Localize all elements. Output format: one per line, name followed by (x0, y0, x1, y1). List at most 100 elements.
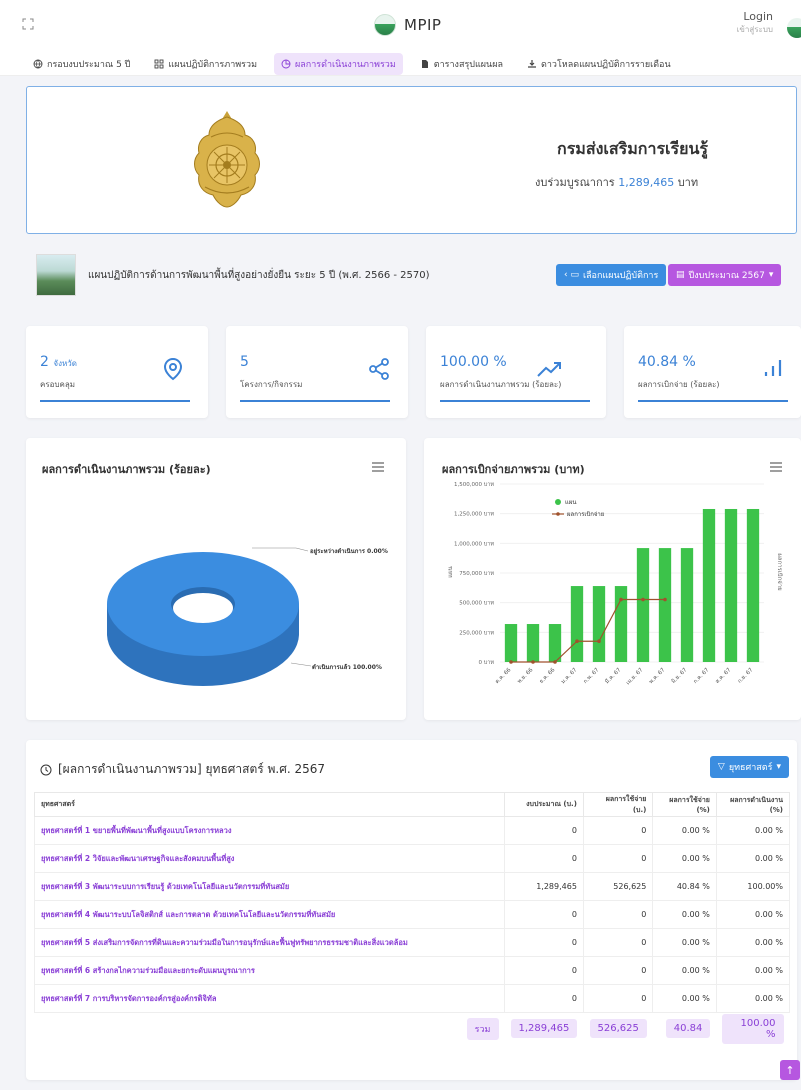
top-bar: MPIP Login เข้าสู่ระบบ (0, 0, 801, 52)
nav-label: ผลการดำเนินงานภาพรวม (295, 59, 396, 70)
nav-item-budget-5y[interactable]: กรอบงบประมาณ 5 ปี (26, 53, 137, 75)
x-tick-label: เม.ย. 67 (625, 667, 644, 686)
strategy-link[interactable]: ยุทธศาสตร์ที่ 3 พัฒนาระบบการเรียนรู้ ด้ว… (34, 872, 505, 901)
strategy-link[interactable]: ยุทธศาสตร์ที่ 6 สร้างกลไกความร่วมมือและย… (34, 956, 505, 985)
chevron-down-icon: ▾ (768, 270, 774, 280)
app-title: MPIP (404, 16, 442, 34)
x-tick-label: ม.ค. 67 (560, 667, 578, 685)
budget-unit: บาท (677, 176, 699, 189)
nav-label: กรอบงบประมาณ 5 ปี (47, 59, 131, 70)
fullscreen-icon[interactable] (22, 18, 34, 30)
line-point[interactable] (597, 639, 601, 644)
strategy-link[interactable]: ยุทธศาสตร์ที่ 7 การบริหารจัดการองค์กรสู่… (34, 984, 505, 1013)
stat-card-disbursement: 40.84 % ผลการเบิกจ่าย (ร้อยละ) (624, 326, 801, 418)
stat-value: 40.84 % (638, 354, 696, 370)
table-row[interactable]: ยุทธศาสตร์ที่ 6 สร้างกลไกความร่วมมือและย… (34, 956, 791, 985)
legend-label-disbursement: ผลการเบิกจ่าย (567, 511, 604, 518)
y-tick-label: 1,250,000 บาท (454, 512, 494, 518)
table-cell: 0 (504, 816, 584, 845)
clock-icon (40, 764, 52, 775)
y-tick-label: 0 บาท (479, 660, 495, 666)
line-point[interactable] (531, 660, 535, 664)
line-point[interactable] (575, 639, 579, 644)
bar[interactable] (548, 624, 562, 662)
y-tick-label: 1,500,000 บาท (454, 482, 494, 488)
strategy-filter-dropdown[interactable]: ▽ ยุทธศาสตร์ ▾ (709, 756, 789, 778)
strategy-link[interactable]: ยุทธศาสตร์ที่ 2 วิจัยและพัฒนาเศรษฐกิจและ… (34, 844, 505, 873)
y-tick-label: 750,000 บาท (459, 571, 494, 577)
table-row[interactable]: ยุทธศาสตร์ที่ 4 พัฒนาระบบโลจิสติกส์ และก… (34, 900, 791, 929)
bar[interactable] (724, 508, 738, 662)
strategy-link[interactable]: ยุทธศาสตร์ที่ 4 พัฒนาระบบโลจิสติกส์ และก… (34, 900, 505, 929)
bar[interactable] (504, 624, 518, 662)
organization-name: กรมส่งเสริมการเรียนรู้ (557, 139, 709, 158)
panel-title: ผลการดำเนินงานภาพรวม (ร้อยละ) (42, 463, 211, 476)
pie-leader-line (252, 547, 309, 552)
pie-leader-line (290, 662, 312, 667)
plan-header: แผนปฏิบัติการด้านการพัฒนาพื้นที่สูงอย่าง… (36, 252, 796, 296)
stat-label: โครงการ/กิจกรรม (240, 380, 303, 389)
line-point[interactable] (641, 597, 645, 602)
fiscal-year-label: ปีงบประมาณ 2567 (688, 271, 765, 281)
stat-card-provinces: 2 จังหวัด ครอบคลุม (26, 326, 208, 418)
brand-logo (374, 14, 396, 36)
table-row[interactable]: ยุทธศาสตร์ที่ 3 พัฒนาระบบการเรียนรู้ ด้ว… (34, 872, 791, 901)
bar[interactable] (702, 508, 716, 662)
bar[interactable] (658, 548, 672, 662)
nav-label: แผนปฏิบัติการภาพรวม (168, 59, 258, 70)
login-button[interactable]: Login เข้าสู่ระบบ (737, 10, 773, 36)
table-cell: 0 (582, 900, 654, 929)
stat-label: ผลการเบิกจ่าย (ร้อยละ) (638, 380, 720, 389)
table-cell: 0 (582, 928, 654, 957)
table-cell: 0.00 % (652, 984, 717, 1013)
x-tick-label: มิ.ย. 67 (670, 666, 689, 685)
y-axis-label-right: ผลการเบิกจ่าย (776, 553, 783, 590)
table-row[interactable]: ยุทธศาสตร์ที่ 7 การบริหารจัดการองค์กรสู่… (34, 984, 791, 1013)
select-plan-button[interactable]: ‹ ▭ เลือกแผนปฏิบัติการ (556, 264, 667, 286)
table-header-row: ยุทธศาสตร์ งบประมาณ (บ.) ผลการใช้จ่าย (บ… (34, 792, 791, 817)
document-icon (421, 59, 428, 68)
pie-hole (173, 593, 233, 623)
table-cell: 0.00 % (715, 984, 791, 1013)
line-point[interactable] (509, 660, 513, 664)
y-tick-label: 1,000,000 บาท (454, 541, 494, 547)
table-cell: 0.00 % (652, 956, 717, 985)
y-axis-label: แผน (447, 566, 454, 577)
menu-icon[interactable] (770, 462, 782, 472)
x-tick-label: ก.พ. 67 (583, 667, 601, 685)
bar[interactable] (614, 586, 628, 662)
pie-icon (281, 59, 291, 68)
nav-item-overall-plan[interactable]: แผนปฏิบัติการภาพรวม (147, 53, 264, 75)
line-point[interactable] (619, 597, 623, 602)
bar[interactable] (636, 548, 650, 662)
bar[interactable] (570, 586, 584, 662)
table-cell: 0 (504, 900, 584, 929)
nav-item-summary-table[interactable]: ตารางสรุปแผนผล (413, 53, 510, 75)
stat-label: ครอบคลุม (40, 380, 76, 389)
line-point[interactable] (553, 660, 557, 664)
line-point[interactable] (663, 597, 667, 602)
bar[interactable] (592, 586, 606, 662)
bar[interactable] (746, 508, 760, 662)
avatar[interactable] (787, 18, 801, 38)
table-row[interactable]: ยุทธศาสตร์ที่ 2 วิจัยและพัฒนาเศรษฐกิจและ… (34, 844, 791, 873)
strategy-link[interactable]: ยุทธศาสตร์ที่ 5 ส่งเสริมการจัดการที่ดินแ… (34, 928, 505, 957)
column-header: งบประมาณ (บ.) (504, 792, 584, 817)
table-row[interactable]: ยุทธศาสตร์ที่ 1 ขยายพื้นที่พัฒนาพื้นที่ส… (34, 816, 791, 845)
bar[interactable] (680, 548, 694, 662)
strategy-link[interactable]: ยุทธศาสตร์ที่ 1 ขยายพื้นที่พัฒนาพื้นที่ส… (34, 816, 505, 845)
table-row[interactable]: ยุทธศาสตร์ที่ 5 ส่งเสริมการจัดการที่ดินแ… (34, 928, 791, 957)
y-tick-label: 500,000 บาท (459, 601, 494, 607)
nav-item-overall-performance[interactable]: ผลการดำเนินงานภาพรวม (274, 52, 403, 75)
scroll-to-top-button[interactable]: ↑ (780, 1060, 800, 1080)
menu-icon[interactable] (372, 462, 384, 472)
table-cell: 0 (504, 928, 584, 957)
x-tick-label: ต.ค. 66 (494, 667, 512, 685)
brand[interactable]: MPIP (374, 14, 441, 36)
column-header: ผลการดำเนินงาน (%) (715, 792, 791, 817)
nav-item-download[interactable]: ดาวโหลดแผนปฏิบัติการรายเดือน (520, 53, 678, 75)
bar[interactable] (526, 624, 540, 662)
fiscal-year-dropdown[interactable]: ▤ ปีงบประมาณ 2567 ▾ (668, 264, 782, 286)
x-tick-label: ธ.ค. 66 (538, 666, 557, 685)
column-header: ยุทธศาสตร์ (34, 792, 505, 817)
